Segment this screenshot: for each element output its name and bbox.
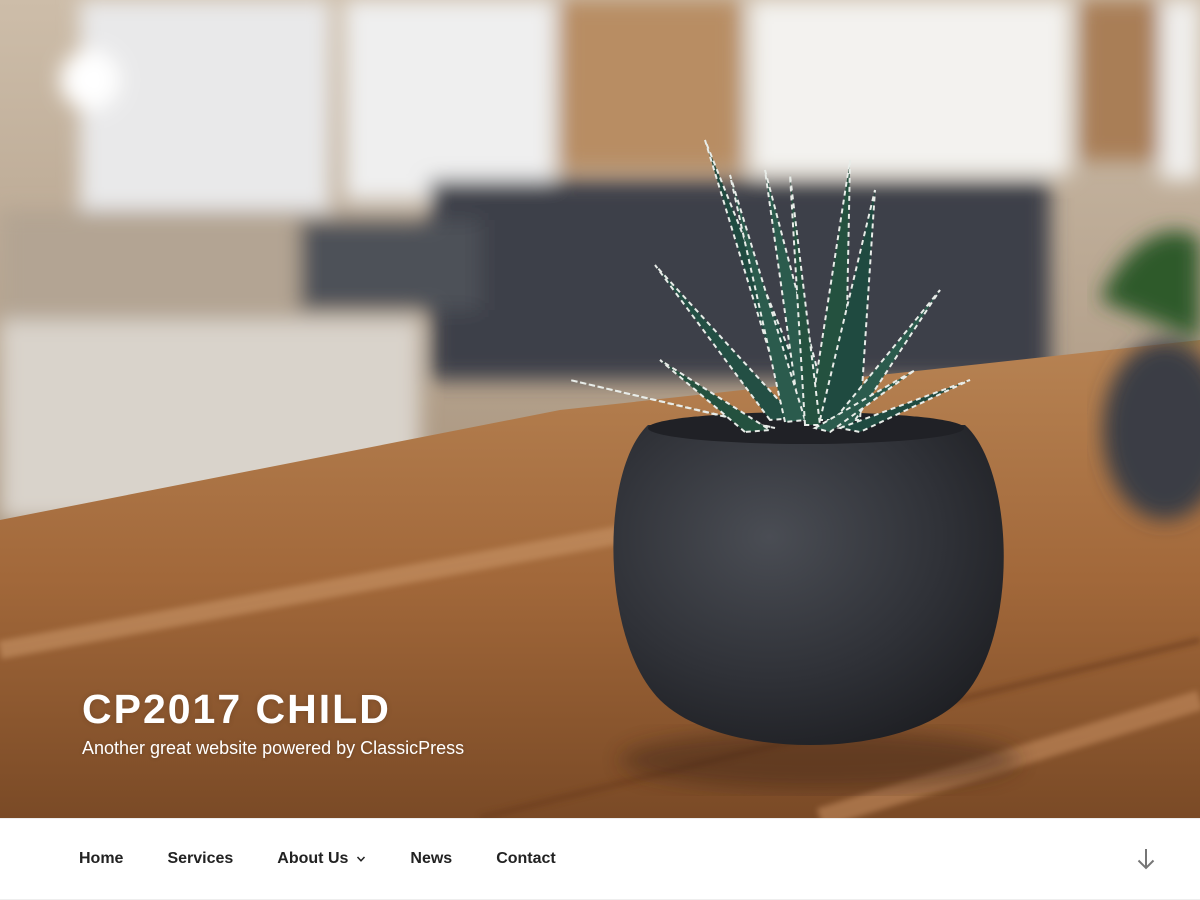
menu-item-label: Contact <box>496 850 556 867</box>
menu-item-services[interactable]: Services <box>145 819 255 899</box>
arrow-down-icon[interactable] <box>1135 846 1157 872</box>
menu-item-label: News <box>410 850 453 867</box>
site-title[interactable]: CP2017 CHILD <box>82 686 464 732</box>
menu-item-label: About Us <box>277 850 349 867</box>
menu-item-news[interactable]: News <box>388 819 474 899</box>
menu-item-about-us[interactable]: About Us <box>255 819 388 899</box>
menu-item-label: Services <box>167 850 234 867</box>
site-branding: CP2017 CHILD Another great website power… <box>82 686 464 760</box>
chevron-down-icon[interactable] <box>356 854 366 864</box>
primary-menu: Home Services About Us News Contact <box>57 819 578 899</box>
site-description: Another great website powered by Classic… <box>82 738 465 758</box>
main-navigation: Home Services About Us News Contact <box>0 818 1200 900</box>
site-header: CP2017 CHILD Another great website power… <box>0 0 1200 818</box>
menu-item-label: Home <box>79 850 124 867</box>
menu-item-contact[interactable]: Contact <box>474 819 578 899</box>
menu-item-home[interactable]: Home <box>57 819 145 899</box>
